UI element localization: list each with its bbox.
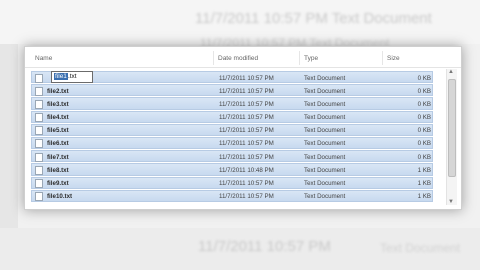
- file-row[interactable]: file7.txt 11/7/2011 10:57 PM Text Docume…: [31, 150, 433, 163]
- file-date: 11/7/2011 10:48 PM: [219, 166, 274, 174]
- file-row[interactable]: file9.txt 11/7/2011 10:57 PM Text Docume…: [31, 176, 433, 189]
- file-date: 11/7/2011 10:57 PM: [219, 114, 274, 122]
- column-header-name[interactable]: Name: [35, 55, 52, 62]
- file-size: 0 KB: [417, 114, 431, 122]
- scroll-up-icon[interactable]: ▲: [448, 69, 454, 75]
- file-date: 11/7/2011 10:57 PM: [219, 127, 274, 135]
- file-row[interactable]: file5.txt 11/7/2011 10:57 PM Text Docume…: [31, 123, 433, 136]
- column-header-type[interactable]: Type: [304, 55, 318, 62]
- text-file-icon: [35, 192, 43, 202]
- file-size: 0 KB: [417, 153, 431, 161]
- file-name: file7.txt: [47, 153, 69, 161]
- background-top-text: 11/7/2011 10:57 PM Text Document: [195, 10, 432, 27]
- file-type: Text Document: [304, 114, 346, 122]
- file-name: file4.txt: [47, 114, 69, 122]
- file-name: file10.txt: [47, 193, 73, 201]
- file-name: file2.txt: [47, 87, 69, 95]
- rename-extension: .txt: [67, 73, 77, 80]
- file-type: Text Document: [304, 74, 346, 82]
- file-name: file3.txt: [47, 100, 69, 108]
- file-name: file8.txt: [47, 166, 69, 174]
- text-file-icon: [35, 139, 43, 149]
- file-type: Text Document: [304, 153, 346, 161]
- column-divider[interactable]: [382, 51, 383, 65]
- file-row[interactable]: file10.txt 11/7/2011 10:57 PM Text Docum…: [31, 189, 433, 202]
- file-size: 0 KB: [417, 127, 431, 135]
- file-size: 1 KB: [417, 166, 431, 174]
- column-divider[interactable]: [213, 51, 214, 65]
- file-row[interactable]: file6.txt 11/7/2011 10:57 PM Text Docume…: [31, 136, 433, 150]
- background-bottom-text: 11/7/2011 10:57 PM: [198, 238, 331, 255]
- vertical-scrollbar[interactable]: ▲ ▼: [446, 69, 457, 205]
- file-date: 11/7/2011 10:57 PM: [219, 193, 274, 201]
- text-file-icon: [35, 126, 43, 136]
- file-date: 11/7/2011 10:57 PM: [219, 153, 274, 161]
- file-name: file5.txt: [47, 127, 69, 135]
- column-header-size[interactable]: Size: [387, 55, 400, 62]
- text-file-icon: [35, 165, 43, 175]
- column-header-bar: Name Date modified Type Size: [25, 47, 461, 68]
- file-date: 11/7/2011 10:57 PM: [219, 140, 274, 148]
- file-type: Text Document: [304, 193, 346, 201]
- file-size: 0 KB: [417, 74, 431, 82]
- text-file-icon: [35, 152, 43, 162]
- file-row[interactable]: file1.txt 11/7/2011 10:57 PM Text Docume…: [31, 71, 433, 84]
- file-type: Text Document: [304, 87, 346, 95]
- file-list-panel: Name Date modified Type Size file1.txt 1…: [24, 46, 462, 210]
- column-header-date-modified[interactable]: Date modified: [218, 55, 258, 62]
- background-bottom-right-text: Text Document: [380, 241, 461, 255]
- file-size: 0 KB: [417, 100, 431, 108]
- file-type: Text Document: [304, 166, 346, 174]
- file-row[interactable]: file4.txt 11/7/2011 10:57 PM Text Docume…: [31, 110, 433, 123]
- file-date: 11/7/2011 10:57 PM: [219, 100, 274, 108]
- text-file-icon: [35, 179, 43, 188]
- file-row[interactable]: file2.txt 11/7/2011 10:57 PM Text Docume…: [31, 84, 433, 97]
- file-size: 0 KB: [417, 87, 431, 95]
- file-date: 11/7/2011 10:57 PM: [219, 180, 274, 187]
- file-date: 11/7/2011 10:57 PM: [219, 74, 274, 82]
- text-file-icon: [35, 86, 43, 96]
- file-size: 1 KB: [417, 193, 431, 201]
- file-row[interactable]: file3.txt 11/7/2011 10:57 PM Text Docume…: [31, 97, 433, 110]
- scroll-down-icon[interactable]: ▼: [448, 199, 454, 205]
- rename-selected-text: file1: [54, 73, 68, 80]
- text-file-icon: [35, 73, 43, 83]
- file-name: file6.txt: [47, 140, 69, 148]
- file-type: Text Document: [304, 140, 346, 148]
- file-name: file9.txt: [47, 180, 69, 187]
- rename-field[interactable]: file1.txt: [51, 71, 93, 83]
- file-size: 0 KB: [417, 140, 431, 148]
- file-date: 11/7/2011 10:57 PM: [219, 87, 274, 95]
- file-list: file1.txt 11/7/2011 10:57 PM Text Docume…: [31, 71, 433, 203]
- file-row[interactable]: file8.txt 11/7/2011 10:48 PM Text Docume…: [31, 163, 433, 176]
- file-type: Text Document: [304, 100, 346, 108]
- scrollbar-thumb[interactable]: [448, 79, 456, 177]
- file-type: Text Document: [304, 127, 346, 135]
- file-type: Text Document: [304, 180, 346, 187]
- text-file-icon: [35, 99, 43, 109]
- file-size: 1 KB: [417, 180, 431, 187]
- text-file-icon: [35, 113, 43, 123]
- column-divider[interactable]: [299, 51, 300, 65]
